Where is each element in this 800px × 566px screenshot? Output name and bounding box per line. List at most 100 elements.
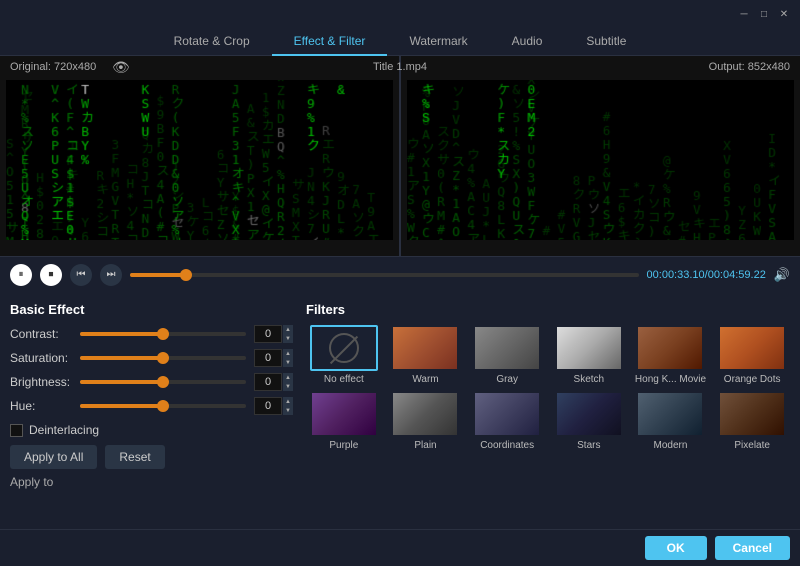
filters-grid: No effect Warm Gray Ske: [306, 325, 790, 451]
left-video-wrapper: [0, 56, 399, 256]
filter-coordinates-label: Coordinates: [480, 440, 534, 451]
filter-coordinates[interactable]: Coordinates: [469, 391, 545, 451]
brightness-down[interactable]: ▼: [283, 382, 293, 391]
pause-button[interactable]: ⏸: [10, 264, 32, 286]
saturation-row: Saturation: ▲ ▼: [10, 349, 290, 367]
brightness-label: Brightness:: [10, 375, 80, 389]
hue-row: Hue: ▲ ▼: [10, 397, 290, 415]
basic-effect-title: Basic Effect: [10, 302, 290, 317]
hue-thumb[interactable]: [157, 400, 169, 412]
hue-label: Hue:: [10, 399, 80, 413]
filter-pixelate-thumb: [718, 391, 786, 437]
brightness-input[interactable]: [254, 373, 282, 391]
tab-audio[interactable]: Audio: [490, 28, 565, 56]
filter-purple[interactable]: Purple: [306, 391, 382, 451]
tab-bar: Rotate & Crop Effect & Filter Watermark …: [0, 28, 800, 56]
filter-sketch-label: Sketch: [574, 374, 605, 385]
progress-thumb[interactable]: [180, 269, 192, 281]
saturation-input[interactable]: [254, 349, 282, 367]
apply-to-all-button[interactable]: Apply to All: [10, 445, 97, 469]
contrast-slider[interactable]: [80, 332, 246, 336]
contrast-thumb[interactable]: [157, 328, 169, 340]
filter-warm[interactable]: Warm: [388, 325, 464, 385]
original-video-frame: [6, 80, 393, 240]
hue-down[interactable]: ▼: [283, 406, 293, 415]
brightness-row: Brightness: ▲ ▼: [10, 373, 290, 391]
filter-plain-thumb: [391, 391, 459, 437]
saturation-slider[interactable]: [80, 356, 246, 360]
filter-sketch-thumb: [555, 325, 623, 371]
filter-modern[interactable]: Modern: [633, 391, 709, 451]
hue-input[interactable]: [254, 397, 282, 415]
filter-modern-label: Modern: [654, 440, 688, 451]
tab-effect[interactable]: Effect & Filter: [272, 28, 388, 56]
filter-hk-movie[interactable]: Hong K... Movie: [633, 325, 709, 385]
brightness-fill: [80, 380, 163, 384]
filter-pixelate[interactable]: Pixelate: [714, 391, 790, 451]
contrast-spinner: ▲ ▼: [283, 325, 293, 343]
ok-button[interactable]: OK: [645, 536, 707, 560]
contrast-up[interactable]: ▲: [283, 325, 293, 334]
brightness-thumb[interactable]: [157, 376, 169, 388]
brightness-spinner: ▲ ▼: [283, 373, 293, 391]
saturation-value-box: ▲ ▼: [254, 349, 290, 367]
filter-no-effect-label: No effect: [324, 374, 364, 385]
progress-track[interactable]: [130, 273, 639, 277]
deinterlacing-checkbox[interactable]: [10, 424, 23, 437]
close-button[interactable]: ✕: [776, 6, 792, 22]
filter-plain[interactable]: Plain: [388, 391, 464, 451]
prev-button[interactable]: ⏮: [70, 264, 92, 286]
cancel-button[interactable]: Cancel: [715, 536, 790, 560]
original-label: Original: 720x480: [10, 61, 96, 73]
filter-gray-label: Gray: [496, 374, 518, 385]
saturation-up[interactable]: ▲: [283, 349, 293, 358]
output-video-frame: [407, 80, 794, 240]
filter-orange-dots-thumb: [718, 325, 786, 371]
saturation-down[interactable]: ▼: [283, 358, 293, 367]
filter-pixelate-label: Pixelate: [734, 440, 770, 451]
saturation-label: Saturation:: [10, 351, 80, 365]
no-effect-circle: [329, 333, 359, 363]
maximize-button[interactable]: □: [756, 6, 772, 22]
filter-stars[interactable]: Stars: [551, 391, 627, 451]
basic-effect-panel: Basic Effect Contrast: ▲ ▼ Saturation:: [10, 302, 290, 519]
contrast-down[interactable]: ▼: [283, 334, 293, 343]
brightness-slider[interactable]: [80, 380, 246, 384]
volume-icon[interactable]: 🔊: [774, 267, 790, 283]
filter-hk-movie-thumb: [636, 325, 704, 371]
bottom-bar: OK Cancel: [0, 529, 800, 566]
filter-gray-thumb: [473, 325, 541, 371]
saturation-thumb[interactable]: [157, 352, 169, 364]
saturation-fill: [80, 356, 163, 360]
right-video-wrapper: [401, 56, 800, 256]
brightness-up[interactable]: ▲: [283, 373, 293, 382]
filter-gray[interactable]: Gray: [469, 325, 545, 385]
filter-warm-thumb: [391, 325, 459, 371]
saturation-spinner: ▲ ▼: [283, 349, 293, 367]
tab-rotate[interactable]: Rotate & Crop: [152, 28, 272, 56]
filter-orange-dots[interactable]: Orange Dots: [714, 325, 790, 385]
hue-up[interactable]: ▲: [283, 397, 293, 406]
filter-purple-thumb: [310, 391, 378, 437]
minimize-button[interactable]: ─: [736, 6, 752, 22]
video-area: Original: 720x480 👁 Title 1.mp4 Output: …: [0, 56, 800, 256]
tab-subtitle[interactable]: Subtitle: [564, 28, 648, 56]
reset-button[interactable]: Reset: [105, 445, 164, 469]
contrast-input[interactable]: [254, 325, 282, 343]
next-button[interactable]: ⏭: [100, 264, 122, 286]
tab-watermark[interactable]: Watermark: [387, 28, 489, 56]
filter-sketch[interactable]: Sketch: [551, 325, 627, 385]
stop-button[interactable]: ⏹: [40, 264, 62, 286]
filters-title: Filters: [306, 302, 790, 317]
hue-spinner: ▲ ▼: [283, 397, 293, 415]
hue-slider[interactable]: [80, 404, 246, 408]
filter-orange-dots-label: Orange Dots: [724, 374, 781, 385]
progress-fill: [130, 273, 186, 277]
filter-no-effect[interactable]: No effect: [306, 325, 382, 385]
eye-icon[interactable]: 👁: [112, 59, 130, 76]
filters-panel: Filters No effect Warm: [306, 302, 790, 519]
hue-fill: [80, 404, 163, 408]
hue-value-box: ▲ ▼: [254, 397, 290, 415]
main-content: Basic Effect Contrast: ▲ ▼ Saturation:: [0, 292, 800, 529]
filter-stars-label: Stars: [577, 440, 600, 451]
